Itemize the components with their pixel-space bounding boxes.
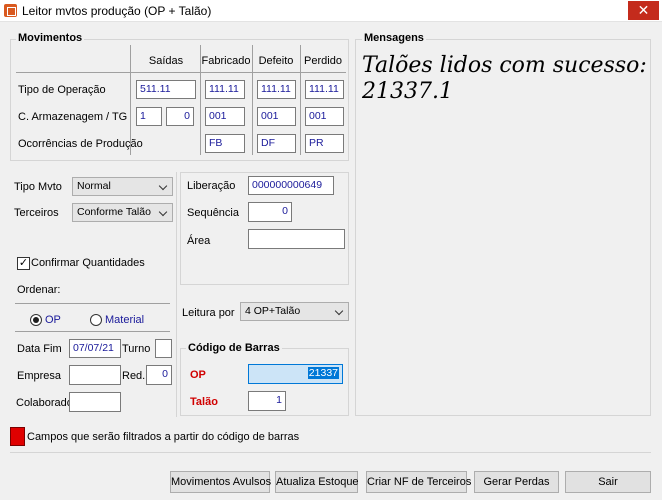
- atualiza-estoque-button[interactable]: Atualiza Estoque: [275, 471, 359, 493]
- leitura-label: Leitura por: [182, 307, 235, 319]
- col-defeito: Defeito: [258, 55, 294, 67]
- tipo-mvto-label: Tipo Mvto: [14, 181, 62, 193]
- talao-label: Talão: [190, 396, 218, 408]
- sair-button[interactable]: Sair: [565, 471, 651, 493]
- area-label: Área: [187, 235, 211, 247]
- window-title: Leitor mvtos produção (OP + Talão): [22, 4, 212, 18]
- armazenagem-label: C. Armazenagem / TG: [18, 111, 128, 123]
- radio-material[interactable]: [90, 314, 102, 326]
- chevron-down-icon: [158, 206, 170, 219]
- legend-text: Campos que serão filtrados a partir do c…: [27, 431, 300, 443]
- movimentos-title: Movimentos: [16, 32, 85, 44]
- close-button[interactable]: ✕: [628, 1, 659, 20]
- column-divider: [200, 45, 201, 155]
- radio-selected-dot: [33, 317, 39, 323]
- op-label: OP: [190, 369, 206, 381]
- column-divider: [252, 45, 253, 155]
- data-fim-label: Data Fim: [17, 343, 62, 355]
- col-saidas: Saídas: [148, 55, 184, 67]
- op-input[interactable]: 21337: [248, 364, 343, 384]
- defeito-ocorrencia-input[interactable]: DF: [257, 134, 296, 153]
- perdido-ocorrencia-input[interactable]: PR: [305, 134, 344, 153]
- app-icon: [4, 4, 17, 17]
- movimentos-avulsos-button[interactable]: Movimentos Avulsos: [170, 471, 271, 493]
- leitura-value: 4 OP+Talão: [245, 305, 301, 317]
- empresa-label: Empresa: [17, 370, 62, 382]
- op-value: 21337: [307, 367, 339, 379]
- confirmar-quantidades-label: Confirmar Quantidades: [31, 257, 145, 269]
- colaborador-label: Colaborador: [16, 397, 77, 409]
- col-perdido: Perdido: [304, 55, 342, 67]
- chevron-down-icon: [158, 180, 170, 193]
- col-fabricado: Fabricado: [201, 55, 251, 67]
- tipo-mvto-select[interactable]: Normal: [72, 177, 173, 196]
- mensagem-line-1: Talões lidos com sucesso:: [362, 53, 647, 78]
- colaborador-input[interactable]: [69, 392, 121, 412]
- area-input[interactable]: [248, 229, 345, 249]
- mensagem-text: Talões lidos com sucesso: 21337.1: [362, 53, 648, 105]
- column-divider: [300, 45, 301, 155]
- defeito-armazenagem-input[interactable]: 001: [257, 107, 296, 126]
- section-divider: [176, 172, 177, 417]
- ocorrencias-label: Ocorrências de Produção: [18, 138, 143, 150]
- saidas-tipo-operacao-input[interactable]: 511.11: [136, 80, 196, 99]
- red-label: Red.: [122, 370, 146, 382]
- terceiros-value: Conforme Talão: [77, 206, 151, 218]
- tipo-mvto-value: Normal: [77, 180, 111, 192]
- mensagens-title: Mensagens: [362, 32, 426, 44]
- perdido-armazenagem-input[interactable]: 001: [305, 107, 344, 126]
- saidas-tg-input[interactable]: 0: [166, 107, 194, 126]
- codigo-barras-title: Código de Barras: [186, 342, 282, 354]
- radio-material-label: Material: [105, 314, 145, 326]
- ordenar-divider: [15, 331, 170, 332]
- footer-divider: [10, 452, 651, 453]
- leitura-select[interactable]: 4 OP+Talão: [240, 302, 349, 321]
- ordenar-label: Ordenar:: [17, 284, 61, 296]
- perdido-tipo-operacao-input[interactable]: 111.11: [305, 80, 344, 99]
- terceiros-label: Terceiros: [14, 207, 59, 219]
- legend-color-swatch: [10, 427, 25, 446]
- data-fim-input[interactable]: 07/07/21: [69, 339, 121, 358]
- talao-input[interactable]: 1: [248, 391, 286, 411]
- chevron-down-icon: [334, 305, 346, 318]
- fabricado-armazenagem-input[interactable]: 001: [205, 107, 245, 126]
- ordenar-divider: [15, 303, 170, 304]
- empresa-input[interactable]: [69, 365, 121, 385]
- confirmar-quantidades-checkbox[interactable]: ✓: [17, 257, 30, 270]
- mensagem-line-2: 21337.1: [362, 79, 453, 104]
- criar-nf-terceiros-button[interactable]: Criar NF de Terceiros: [366, 471, 471, 493]
- liberacao-label: Liberação: [187, 180, 236, 192]
- gerar-perdas-button[interactable]: Gerar Perdas: [474, 471, 559, 493]
- turno-input[interactable]: [155, 339, 172, 358]
- tipo-operacao-label: Tipo de Operação: [18, 84, 106, 96]
- radio-op-label: OP: [45, 314, 61, 326]
- fabricado-tipo-operacao-input[interactable]: 111.11: [205, 80, 245, 99]
- red-input[interactable]: 0: [146, 365, 172, 385]
- fabricado-ocorrencia-input[interactable]: FB: [205, 134, 245, 153]
- defeito-tipo-operacao-input[interactable]: 111.11: [257, 80, 296, 99]
- header-divider: [16, 72, 346, 73]
- sequencia-label: Sequência: [187, 207, 239, 219]
- saidas-armazenagem-input[interactable]: 1: [136, 107, 162, 126]
- turno-label: Turno: [122, 343, 151, 355]
- title-bar: Leitor mvtos produção (OP + Talão) ✕: [0, 0, 662, 22]
- sequencia-input[interactable]: 0: [248, 202, 292, 222]
- terceiros-select[interactable]: Conforme Talão: [72, 203, 173, 222]
- radio-op[interactable]: [30, 314, 42, 326]
- liberacao-input[interactable]: 000000000649: [248, 176, 334, 195]
